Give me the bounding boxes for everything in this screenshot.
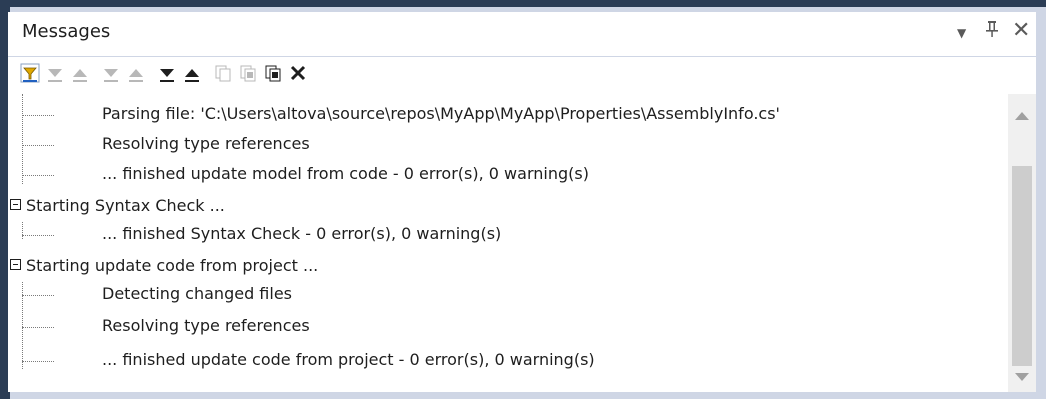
list-item-group[interactable]: Starting update code from project ... bbox=[8, 252, 1008, 282]
list-item-group[interactable]: Starting Syntax Check ... bbox=[8, 192, 1008, 222]
pin-icon[interactable] bbox=[985, 20, 999, 43]
clear-icon[interactable] bbox=[288, 63, 308, 83]
list-item[interactable]: ... finished update code from project - … bbox=[8, 346, 1008, 376]
copy-icon[interactable] bbox=[213, 63, 233, 83]
filter-icon[interactable] bbox=[20, 63, 40, 83]
prev-error-icon[interactable] bbox=[70, 63, 90, 83]
prev-warning-icon[interactable] bbox=[126, 63, 146, 83]
messages-list: Parsing file: 'C:\Users\altova\source\re… bbox=[8, 94, 1008, 392]
list-item[interactable]: ... finished Syntax Check - 0 error(s), … bbox=[8, 220, 1008, 250]
message-text: ... finished Syntax Check - 0 error(s), … bbox=[102, 224, 502, 243]
title-bar: Messages ▼ ✕ bbox=[8, 12, 1036, 57]
panel-title: Messages bbox=[22, 21, 111, 42]
next-error-icon[interactable] bbox=[45, 63, 65, 83]
list-item[interactable]: Parsing file: 'C:\Users\altova\source\re… bbox=[8, 100, 1008, 130]
message-text: Resolving type references bbox=[102, 316, 310, 335]
list-item[interactable]: Resolving type references bbox=[8, 130, 1008, 160]
list-item[interactable]: ... finished update model from code - 0 … bbox=[8, 160, 1008, 190]
close-icon[interactable]: ✕ bbox=[1012, 18, 1030, 43]
scroll-up-icon[interactable] bbox=[1015, 112, 1029, 120]
message-text: ... finished update code from project - … bbox=[102, 350, 595, 369]
list-item[interactable]: Detecting changed files bbox=[8, 280, 1008, 310]
message-text: Resolving type references bbox=[102, 134, 310, 153]
chevron-down-icon[interactable]: ▼ bbox=[957, 26, 966, 40]
next-warning-icon[interactable] bbox=[101, 63, 121, 83]
prev-message-icon[interactable] bbox=[182, 63, 202, 83]
scroll-down-icon[interactable] bbox=[1015, 373, 1029, 381]
message-text: Parsing file: 'C:\Users\altova\source\re… bbox=[102, 104, 780, 123]
message-text: Starting Syntax Check ... bbox=[26, 196, 225, 215]
message-text: ... finished update model from code - 0 … bbox=[102, 164, 589, 183]
message-text: Starting update code from project ... bbox=[26, 256, 319, 275]
next-message-icon[interactable] bbox=[157, 63, 177, 83]
list-item[interactable]: Resolving type references bbox=[8, 312, 1008, 342]
collapse-icon[interactable] bbox=[10, 259, 21, 270]
scrollbar-thumb[interactable] bbox=[1012, 166, 1032, 366]
copy-all-icon[interactable] bbox=[263, 63, 283, 83]
vertical-scrollbar[interactable] bbox=[1008, 94, 1036, 392]
message-text: Detecting changed files bbox=[102, 284, 293, 303]
copy-selected-icon[interactable] bbox=[238, 63, 258, 83]
messages-toolbar bbox=[8, 57, 1036, 94]
collapse-icon[interactable] bbox=[10, 199, 21, 210]
